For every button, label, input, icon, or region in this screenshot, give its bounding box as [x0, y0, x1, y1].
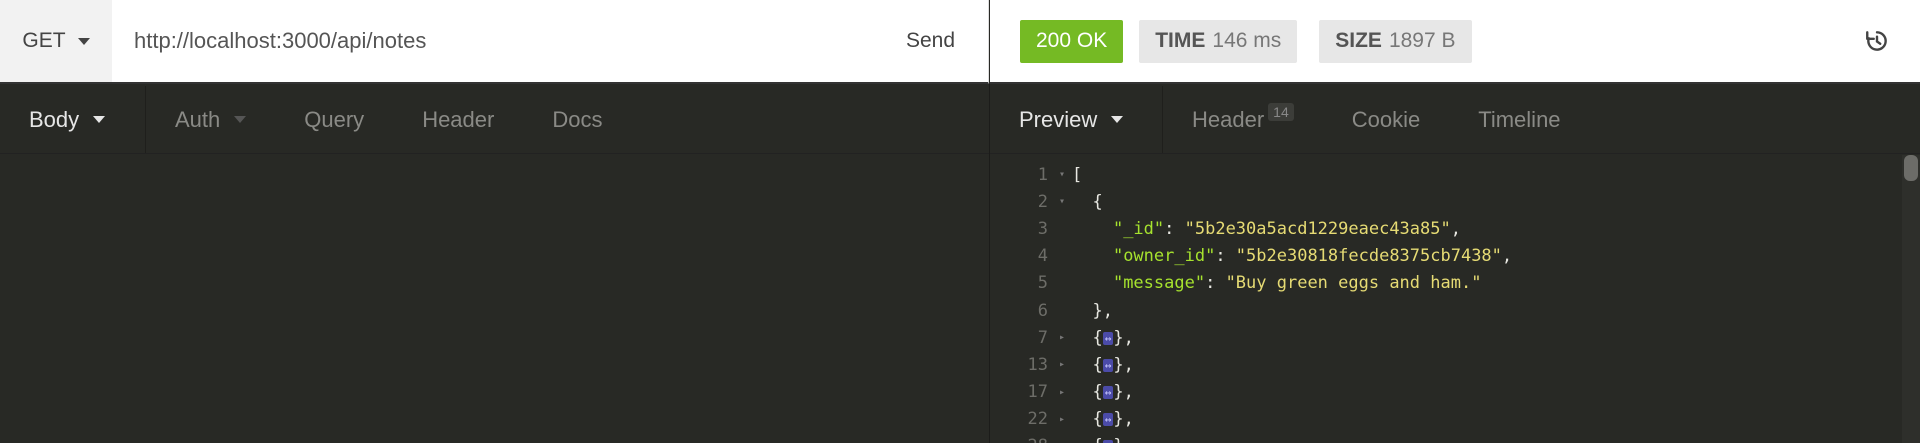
- tab-timeline[interactable]: Timeline: [1449, 86, 1589, 153]
- fold-open-icon[interactable]: ▾: [1052, 169, 1072, 180]
- code-text: "message": "Buy green eggs and ham.": [1112, 273, 1482, 294]
- code-line: 1 ▾[: [990, 161, 1920, 188]
- line-number: 6: [1037, 300, 1048, 321]
- caret-down-icon: [1111, 116, 1124, 123]
- vertical-scrollbar[interactable]: [1902, 155, 1920, 443]
- caret-down-icon: [234, 116, 247, 123]
- request-body-editor[interactable]: [0, 155, 989, 443]
- caret-down-icon: [93, 116, 106, 123]
- json-string: "Buy green eggs and ham.": [1225, 273, 1482, 294]
- collapsed-object-marker[interactable]: ↔: [1102, 331, 1114, 345]
- tab-response-header[interactable]: Header 14: [1163, 86, 1323, 153]
- code-text: {↔},: [1092, 409, 1134, 430]
- line-number: 2: [1037, 191, 1048, 212]
- line-number: 5: [1037, 273, 1048, 294]
- size-badge: SIZE 1897 B: [1319, 19, 1472, 63]
- tab-body-label: Body: [29, 106, 80, 132]
- method-dropdown[interactable]: GET: [0, 0, 112, 82]
- tab-preview-label: Preview: [1019, 106, 1098, 132]
- tab-query-label: Query: [304, 106, 365, 132]
- json-viewer: 1 ▾[2 ▾ {3 "_id": "5b2e30a5acd1229eaec43a8…: [990, 155, 1920, 443]
- json-string: "5b2e30818fecde8375cb7438": [1235, 246, 1502, 267]
- code-text: "owner_id": "5b2e30818fecde8375cb7438",: [1112, 246, 1513, 267]
- response-preview[interactable]: 1 ▾[2 ▾ {3 "_id": "5b2e30a5acd1229eaec43a8…: [990, 155, 1920, 443]
- scrollbar-thumb[interactable]: [1904, 155, 1918, 181]
- tab-body[interactable]: Body: [0, 86, 146, 153]
- tab-cookie[interactable]: Cookie: [1323, 86, 1449, 153]
- time-label: TIME: [1155, 29, 1206, 52]
- tab-header-label: Header: [422, 106, 495, 132]
- size-value: 1897 B: [1388, 29, 1456, 52]
- history-icon[interactable]: [1864, 28, 1890, 54]
- code-text: {↔},: [1092, 327, 1134, 348]
- send-button[interactable]: Send: [873, 0, 988, 82]
- size-label: SIZE: [1335, 29, 1382, 52]
- code-text: },: [1092, 300, 1113, 321]
- response-tabs: Preview Header 14 Cookie Timeline: [990, 86, 1920, 154]
- code-line: 13 ▸ {↔},: [990, 351, 1920, 378]
- code-text: {↔},: [1092, 354, 1134, 375]
- caret-down-icon: [77, 37, 90, 45]
- collapsed-object-marker[interactable]: ↔: [1102, 386, 1114, 400]
- code-line: 2 ▾ {: [990, 188, 1920, 215]
- json-key: "_id": [1112, 218, 1165, 239]
- fold-closed-icon[interactable]: ▸: [1052, 332, 1072, 343]
- url-input[interactable]: [112, 0, 873, 82]
- code-text: {↔},: [1072, 436, 1134, 443]
- header-count-badge: 14: [1268, 102, 1294, 121]
- line-number: 13: [1027, 354, 1048, 375]
- request-bar: GET Send: [0, 0, 989, 84]
- line-number: 17: [1027, 382, 1048, 403]
- fold-open-icon[interactable]: ▾: [1052, 196, 1072, 207]
- code-line: 28▸ {↔},: [990, 433, 1920, 443]
- tab-response-header-label: Header: [1192, 106, 1265, 132]
- status-badge: 200 OK: [1020, 19, 1124, 63]
- code-line: 6 },: [990, 297, 1920, 324]
- collapsed-object-marker[interactable]: ↔: [1102, 413, 1114, 427]
- fold-closed-icon[interactable]: ▸: [1052, 359, 1072, 370]
- code-text: [: [1072, 164, 1083, 185]
- tab-header[interactable]: Header: [393, 86, 523, 153]
- tab-timeline-label: Timeline: [1478, 106, 1561, 132]
- code-text: {: [1092, 191, 1103, 212]
- line-number: 22: [1027, 409, 1048, 430]
- collapsed-object-marker[interactable]: ↔: [1102, 358, 1114, 372]
- json-key: "message": [1112, 273, 1206, 294]
- code-line: 7 ▸ {↔},: [990, 324, 1920, 351]
- line-number: 1: [1037, 164, 1048, 185]
- tab-cookie-label: Cookie: [1351, 106, 1421, 132]
- tab-preview[interactable]: Preview: [990, 86, 1163, 153]
- method-label: GET: [22, 29, 66, 52]
- code-line: 17 ▸ {↔},: [990, 379, 1920, 406]
- line-number: 4: [1037, 246, 1048, 267]
- line-number: 3: [1037, 218, 1048, 239]
- tab-query[interactable]: Query: [275, 86, 393, 153]
- time-badge: TIME 146 ms: [1139, 19, 1298, 63]
- code-line: 3 "_id": "5b2e30a5acd1229eaec43a85",: [990, 215, 1920, 242]
- response-bar: 200 OK TIME 146 ms SIZE 1897 B: [990, 0, 1920, 84]
- fold-closed-icon[interactable]: ▸: [1052, 414, 1072, 425]
- code-text: "_id": "5b2e30a5acd1229eaec43a85",: [1112, 218, 1461, 239]
- line-number: 7: [1037, 327, 1048, 348]
- code-line: 5 "message": "Buy green eggs and ham.": [990, 270, 1920, 297]
- line-number: 28: [990, 436, 1052, 443]
- request-tabs: Body Auth Query Header Docs: [0, 86, 989, 154]
- json-string: "5b2e30a5acd1229eaec43a85": [1184, 218, 1451, 239]
- code-text: {↔},: [1092, 382, 1134, 403]
- tab-docs-label: Docs: [552, 106, 603, 132]
- code-line: 4 "owner_id": "5b2e30818fecde8375cb7438"…: [990, 243, 1920, 270]
- tab-docs[interactable]: Docs: [523, 86, 631, 153]
- time-value: 146 ms: [1212, 29, 1282, 52]
- json-key: "owner_id": [1112, 246, 1216, 267]
- fold-closed-icon[interactable]: ▸: [1052, 387, 1072, 398]
- tab-auth-label: Auth: [175, 106, 221, 132]
- code-line: 22 ▸ {↔},: [990, 406, 1920, 433]
- tab-auth[interactable]: Auth: [146, 86, 275, 153]
